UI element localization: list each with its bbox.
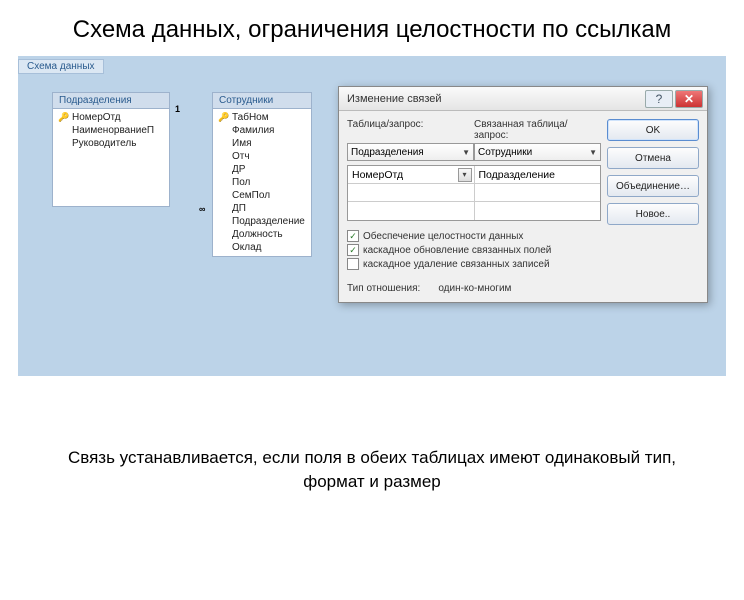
dialog-titlebar[interactable]: Изменение связей ? ✕ bbox=[339, 87, 707, 111]
label-relation-type: Тип отношения: bbox=[347, 283, 420, 294]
cancel-button[interactable]: Отмена bbox=[607, 147, 699, 169]
help-button[interactable]: ? bbox=[645, 90, 673, 108]
ok-button[interactable]: OK bbox=[607, 119, 699, 141]
checkbox-icon: ✓ bbox=[347, 244, 359, 256]
workspace-tab[interactable]: Схема данных bbox=[18, 59, 104, 74]
check-integrity[interactable]: ✓Обеспечение целостности данных bbox=[347, 229, 601, 243]
grid-cell-right[interactable]: Подразделение bbox=[475, 166, 601, 183]
table-row[interactable]: Пол bbox=[216, 176, 308, 189]
table-row[interactable]: СемПол bbox=[216, 189, 308, 202]
value-relation-type: один-ко-многим bbox=[438, 283, 511, 294]
label-related-table: Связанная таблица/запрос: bbox=[474, 119, 601, 141]
table-row[interactable]: ДП bbox=[216, 202, 308, 215]
close-button[interactable]: ✕ bbox=[675, 90, 703, 108]
table-row[interactable]: Подразделение bbox=[216, 215, 308, 228]
schema-workspace: Схема данных Подразделения 🔑НомерОтд Наи… bbox=[18, 56, 726, 376]
table-row[interactable]: Фамилия bbox=[216, 124, 308, 137]
check-cascade-update[interactable]: ✓каскадное обновление связанных полей bbox=[347, 243, 601, 257]
table-podrazdeleniya[interactable]: Подразделения 🔑НомерОтд НаименорваниеП Р… bbox=[52, 92, 170, 207]
check-cascade-delete[interactable]: каскадное удаление связанных записей bbox=[347, 257, 601, 271]
table-header: Подразделения bbox=[53, 93, 169, 109]
table-row[interactable]: Руководитель bbox=[56, 137, 166, 150]
cardinality-one: 1 bbox=[175, 104, 180, 114]
table-fields: 🔑НомерОтд НаименорваниеП Руководитель bbox=[53, 109, 169, 206]
join-button[interactable]: Объединение… bbox=[607, 175, 699, 197]
new-button[interactable]: Новое.. bbox=[607, 203, 699, 225]
key-icon: 🔑 bbox=[218, 112, 230, 123]
grid-cell-empty[interactable] bbox=[348, 184, 475, 201]
chevron-down-icon: ▼ bbox=[462, 148, 470, 157]
grid-cell-empty[interactable] bbox=[475, 184, 601, 201]
chevron-down-icon: ▼ bbox=[589, 148, 597, 157]
label-table: Таблица/запрос: bbox=[347, 119, 474, 141]
table-sotrudniki[interactable]: Сотрудники 🔑ТабНом Фамилия Имя Отч ДР По… bbox=[212, 92, 312, 257]
edit-relationships-dialog: Изменение связей ? ✕ Таблица/запрос: Свя… bbox=[338, 86, 708, 303]
table-header: Сотрудники bbox=[213, 93, 311, 109]
slide-title: Схема данных, ограничения целостности по… bbox=[0, 0, 744, 56]
dialog-title-text: Изменение связей bbox=[347, 93, 442, 105]
table-row[interactable]: Имя bbox=[216, 137, 308, 150]
table-row[interactable]: 🔑ТабНом bbox=[216, 111, 308, 124]
chevron-down-icon: ▾ bbox=[458, 168, 472, 182]
table-row[interactable]: Отч bbox=[216, 150, 308, 163]
combo-related-table[interactable]: Сотрудники▼ bbox=[474, 143, 601, 161]
table-row[interactable]: НаименорваниеП bbox=[56, 124, 166, 137]
combo-table[interactable]: Подразделения▼ bbox=[347, 143, 474, 161]
grid-cell-left[interactable]: НомерОтд▾ bbox=[348, 166, 475, 183]
table-row[interactable]: Оклад bbox=[216, 241, 308, 254]
checkbox-icon: ✓ bbox=[347, 230, 359, 242]
table-fields: 🔑ТабНом Фамилия Имя Отч ДР Пол СемПол ДП… bbox=[213, 109, 311, 256]
checkbox-icon bbox=[347, 258, 359, 270]
slide-footer-text: Связь устанавливается, если поля в обеих… bbox=[0, 376, 744, 494]
table-row[interactable]: Должность bbox=[216, 228, 308, 241]
table-row[interactable]: ДР bbox=[216, 163, 308, 176]
grid-cell-empty[interactable] bbox=[348, 202, 475, 220]
table-row[interactable]: 🔑НомерОтд bbox=[56, 111, 166, 124]
key-icon: 🔑 bbox=[58, 112, 70, 123]
schema-canvas[interactable]: Подразделения 🔑НомерОтд НаименорваниеП Р… bbox=[18, 74, 726, 368]
field-mapping-grid[interactable]: НомерОтд▾ Подразделение bbox=[347, 165, 601, 221]
grid-cell-empty[interactable] bbox=[475, 202, 601, 220]
cardinality-many: ∞ bbox=[199, 204, 205, 214]
